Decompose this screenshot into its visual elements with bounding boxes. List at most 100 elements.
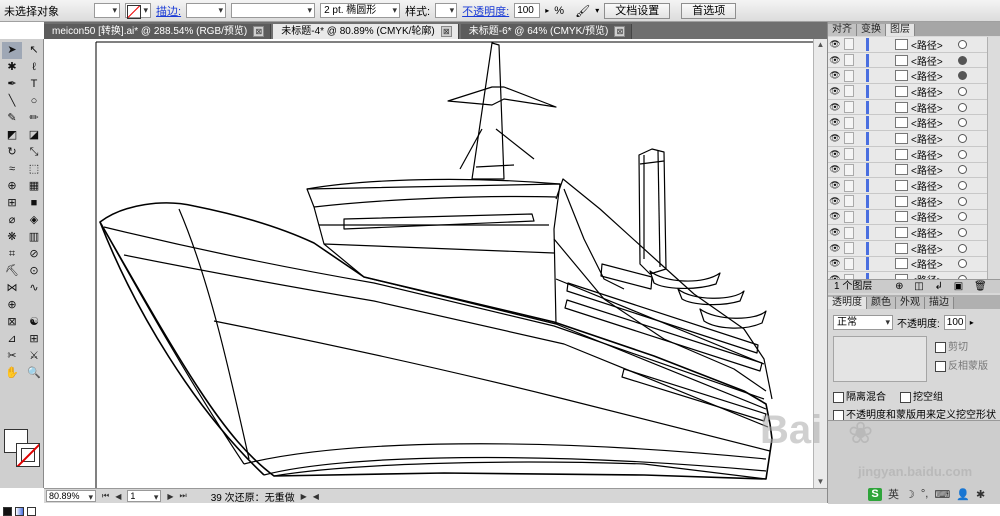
make-clipping-mask-icon[interactable]: ◫ bbox=[914, 281, 923, 292]
target-circle-icon[interactable] bbox=[958, 118, 967, 128]
keyboard-icon[interactable]: ⌨ bbox=[934, 488, 950, 501]
width-icon[interactable]: ⋈ bbox=[2, 280, 22, 297]
panel-opacity-field[interactable]: 100 bbox=[943, 315, 966, 330]
doc-tab-untitled-6[interactable]: 未标题-6* @ 64% (CMYK/预览) ⊠ bbox=[460, 24, 633, 39]
crop-image-icon[interactable]: ⊕ bbox=[2, 297, 22, 314]
gradient-mode-icon[interactable] bbox=[15, 507, 24, 516]
blend-icon[interactable]: ◈ bbox=[24, 212, 44, 229]
isolate-blending-option[interactable]: 隔离混合 bbox=[833, 388, 886, 403]
layer-row[interactable]: 👁<路径> bbox=[828, 53, 987, 69]
style-dropdown[interactable] bbox=[435, 3, 458, 18]
lock-toggle[interactable] bbox=[844, 257, 854, 270]
punctuation-icon[interactable]: °, bbox=[921, 488, 928, 500]
visibility-eye-icon[interactable]: 👁 bbox=[828, 117, 842, 128]
warp-alt-icon[interactable]: ∿ bbox=[24, 280, 44, 297]
lock-toggle[interactable] bbox=[844, 54, 854, 67]
tab-transform[interactable]: 变换 bbox=[857, 24, 886, 36]
pencil-icon[interactable]: ✏ bbox=[24, 110, 44, 127]
layer-row[interactable]: 👁<路径> bbox=[828, 131, 987, 147]
opacity-mask-thumbnail[interactable] bbox=[833, 336, 927, 382]
recolor-dropdown-icon[interactable]: ▾ bbox=[595, 6, 599, 15]
target-circle-icon[interactable] bbox=[958, 86, 967, 96]
lock-toggle[interactable] bbox=[844, 226, 854, 239]
brush-definition-dropdown[interactable]: 2 pt. 椭圆形 bbox=[320, 3, 401, 18]
close-icon[interactable]: ⊠ bbox=[253, 26, 265, 37]
hand-icon[interactable]: ✋ bbox=[2, 365, 22, 382]
symbol-sprayer-icon[interactable]: ❋ bbox=[2, 229, 22, 246]
ellipse-icon[interactable]: ○ bbox=[24, 93, 44, 110]
prev-artboard-icon[interactable]: ◀ bbox=[115, 492, 121, 501]
visibility-eye-icon[interactable]: 👁 bbox=[828, 196, 842, 207]
visibility-eye-icon[interactable]: 👁 bbox=[828, 55, 842, 66]
scissors-icon[interactable]: ✂ bbox=[2, 348, 22, 365]
direct-selection-icon[interactable]: ↖ bbox=[24, 42, 44, 59]
layer-row[interactable]: 👁<路径> bbox=[828, 241, 987, 257]
lock-toggle[interactable] bbox=[844, 85, 854, 98]
target-circle-icon[interactable] bbox=[958, 55, 967, 65]
polar-grid-icon[interactable]: ☯ bbox=[24, 314, 44, 331]
layers-scrollbar[interactable] bbox=[987, 37, 1000, 279]
target-circle-icon[interactable] bbox=[958, 165, 967, 175]
layer-row[interactable]: 👁<路径> bbox=[828, 210, 987, 226]
clip-checkbox[interactable] bbox=[935, 341, 946, 353]
knife-icon[interactable]: ⚔ bbox=[24, 348, 44, 365]
stroke-link[interactable]: 描边: bbox=[156, 3, 181, 19]
close-icon[interactable]: ⊠ bbox=[614, 26, 626, 37]
visibility-eye-icon[interactable]: 👁 bbox=[828, 258, 842, 269]
canvas-vertical-scrollbar[interactable]: ▲ ▼ bbox=[813, 39, 827, 488]
visibility-eye-icon[interactable]: 👁 bbox=[828, 227, 842, 238]
lock-toggle[interactable] bbox=[844, 69, 854, 82]
status-menu-icon[interactable]: ▶ bbox=[301, 492, 307, 501]
live-paint-selection-icon[interactable]: ⊙ bbox=[24, 263, 44, 280]
visibility-eye-icon[interactable]: 👁 bbox=[828, 149, 842, 160]
stroke-swatch-dropdown[interactable] bbox=[125, 3, 151, 19]
lock-toggle[interactable] bbox=[844, 38, 854, 51]
opacity-slider-arrow-icon[interactable]: ▸ bbox=[970, 318, 974, 327]
stroke-swatch[interactable] bbox=[16, 443, 40, 467]
lock-toggle[interactable] bbox=[844, 195, 854, 208]
opacity-link[interactable]: 不透明度: bbox=[462, 3, 509, 19]
lock-toggle[interactable] bbox=[844, 242, 854, 255]
scroll-up-icon[interactable]: ▲ bbox=[814, 39, 827, 51]
rectangle-grid-icon[interactable]: ⊠ bbox=[2, 314, 22, 331]
tools-icon[interactable]: ✱ bbox=[976, 488, 985, 501]
visibility-eye-icon[interactable]: 👁 bbox=[828, 243, 842, 254]
document-setup-button[interactable]: 文档设置 bbox=[604, 2, 671, 19]
zoom-level-field[interactable]: 80.89% bbox=[46, 490, 96, 504]
target-circle-icon[interactable] bbox=[958, 196, 967, 206]
lasso-icon[interactable]: ℓ bbox=[24, 59, 44, 76]
scroll-left-icon[interactable]: ◀ bbox=[313, 492, 319, 501]
isolate-blending-checkbox[interactable] bbox=[833, 391, 844, 403]
fill-swatch-dropdown[interactable] bbox=[94, 3, 120, 18]
line-segment-icon[interactable]: ╲ bbox=[2, 93, 22, 110]
tab-align[interactable]: 对齐 bbox=[828, 24, 857, 36]
visibility-eye-icon[interactable]: 👁 bbox=[828, 86, 842, 97]
color-mode-icon[interactable] bbox=[3, 507, 12, 516]
recolor-artwork-icon[interactable]: 🖌 bbox=[575, 4, 590, 18]
first-artboard-icon[interactable]: ⏮ bbox=[102, 491, 109, 501]
layer-row[interactable]: 👁<路径> bbox=[828, 272, 987, 279]
target-circle-icon[interactable] bbox=[958, 181, 967, 191]
new-layer-icon[interactable]: ▣ bbox=[954, 281, 963, 292]
opacity-arrow-icon[interactable]: ▸ bbox=[545, 6, 549, 15]
lock-toggle[interactable] bbox=[844, 210, 854, 223]
next-artboard-icon[interactable]: ▶ bbox=[167, 492, 173, 501]
perspective-grid-icon[interactable]: ▦ bbox=[24, 178, 44, 195]
layer-row[interactable]: 👁<路径> bbox=[828, 194, 987, 210]
visibility-eye-icon[interactable]: 👁 bbox=[828, 39, 842, 50]
gradient-icon[interactable]: ■ bbox=[24, 195, 44, 212]
lock-toggle[interactable] bbox=[844, 116, 854, 129]
blend-mode-dropdown[interactable]: 正常 bbox=[833, 315, 893, 330]
warp-icon[interactable]: ≈ bbox=[2, 161, 22, 178]
layer-row[interactable]: 👁<路径> bbox=[828, 147, 987, 163]
target-circle-icon[interactable] bbox=[958, 39, 967, 49]
tab-stroke[interactable]: 描边 bbox=[925, 297, 954, 309]
blob-brush-icon[interactable]: ◩ bbox=[2, 127, 22, 144]
last-artboard-icon[interactable]: ⏭ bbox=[180, 491, 187, 501]
puppet-icon[interactable] bbox=[24, 297, 44, 314]
lock-toggle[interactable] bbox=[844, 163, 854, 176]
tab-transparency[interactable]: 透明度 bbox=[828, 297, 867, 309]
target-circle-icon[interactable] bbox=[958, 149, 967, 159]
lock-toggle[interactable] bbox=[844, 179, 854, 192]
locate-object-icon[interactable]: ⊕ bbox=[895, 281, 903, 292]
